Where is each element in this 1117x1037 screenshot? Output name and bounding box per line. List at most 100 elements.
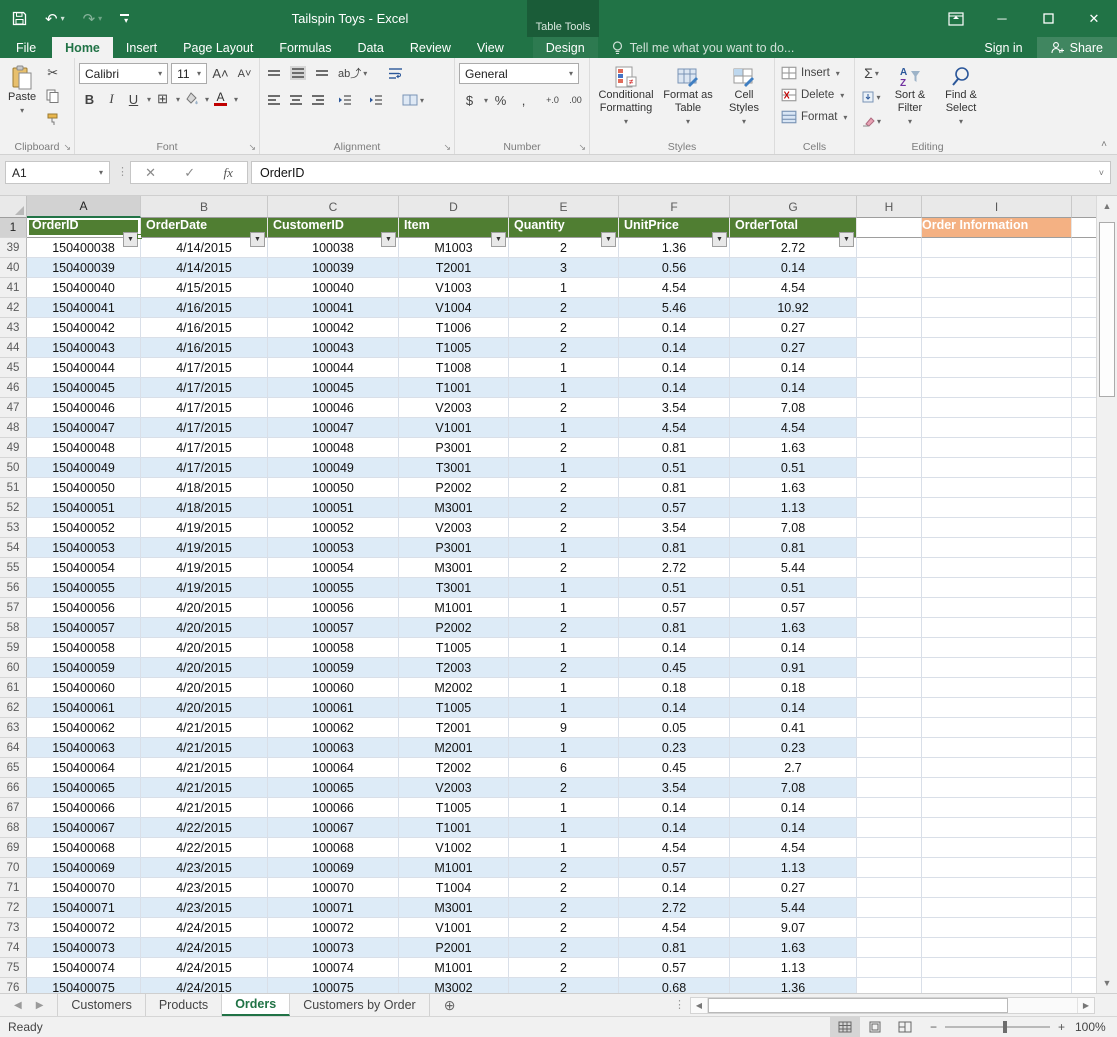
empty-cell[interactable]	[857, 918, 922, 938]
fill-icon[interactable]: ▾	[861, 87, 882, 107]
row-header-74[interactable]: 74	[0, 938, 27, 958]
data-cell[interactable]: 0.14	[730, 798, 857, 818]
empty-cell[interactable]	[1072, 578, 1096, 598]
data-cell[interactable]: T3001	[399, 578, 509, 598]
data-cell[interactable]: 3.54	[619, 398, 730, 418]
empty-cell[interactable]	[1072, 558, 1096, 578]
empty-cell[interactable]	[922, 758, 1072, 778]
data-cell[interactable]: 5.46	[619, 298, 730, 318]
empty-cell[interactable]	[922, 778, 1072, 798]
row-header-42[interactable]: 42	[0, 298, 27, 318]
data-cell[interactable]: T2003	[399, 658, 509, 678]
row-header-44[interactable]: 44	[0, 338, 27, 358]
data-cell[interactable]: 1	[509, 458, 619, 478]
data-cell[interactable]: 4/16/2015	[141, 338, 268, 358]
empty-cell[interactable]	[1072, 878, 1096, 898]
data-cell[interactable]: 100047	[268, 418, 399, 438]
data-cell[interactable]: 0.14	[730, 358, 857, 378]
empty-cell[interactable]	[922, 638, 1072, 658]
data-cell[interactable]: 100039	[268, 258, 399, 278]
empty-cell[interactable]	[1072, 938, 1096, 958]
empty-cell[interactable]	[857, 838, 922, 858]
fill-color-icon[interactable]	[181, 89, 202, 109]
empty-cell[interactable]	[922, 798, 1072, 818]
clear-icon[interactable]: ▾	[861, 111, 882, 131]
data-cell[interactable]: 150400059	[27, 658, 141, 678]
empty-cell[interactable]	[857, 398, 922, 418]
data-cell[interactable]: 150400073	[27, 938, 141, 958]
table-header-cell-orderid[interactable]: OrderID▼	[27, 218, 141, 238]
data-cell[interactable]: 0.56	[619, 258, 730, 278]
data-cell[interactable]: 0.14	[619, 378, 730, 398]
empty-cell[interactable]	[1072, 518, 1096, 538]
data-cell[interactable]: 0.51	[730, 578, 857, 598]
number-dialog-launcher[interactable]: ↘	[578, 143, 586, 152]
share-button[interactable]: Share	[1037, 37, 1117, 58]
empty-cell[interactable]	[1072, 758, 1096, 778]
empty-cell[interactable]	[1072, 458, 1096, 478]
page-layout-view-icon[interactable]	[860, 1017, 890, 1037]
data-cell[interactable]: 1.63	[730, 438, 857, 458]
table-header-cell-customerid[interactable]: CustomerID▼	[268, 218, 399, 238]
data-cell[interactable]: 150400066	[27, 798, 141, 818]
data-cell[interactable]: 4/24/2015	[141, 978, 268, 993]
data-cell[interactable]: M1001	[399, 858, 509, 878]
data-cell[interactable]: 0.14	[730, 258, 857, 278]
data-cell[interactable]: 4.54	[619, 278, 730, 298]
empty-cell[interactable]	[1072, 918, 1096, 938]
undo-button[interactable]: ↶▾	[45, 10, 65, 28]
data-cell[interactable]: 4.54	[730, 278, 857, 298]
row-header-65[interactable]: 65	[0, 758, 27, 778]
data-cell[interactable]: V2003	[399, 398, 509, 418]
empty-cell[interactable]	[922, 398, 1072, 418]
data-cell[interactable]: 150400039	[27, 258, 141, 278]
row-header-59[interactable]: 59	[0, 638, 27, 658]
save-icon[interactable]	[12, 11, 27, 26]
row-header-64[interactable]: 64	[0, 738, 27, 758]
empty-cell[interactable]	[857, 878, 922, 898]
data-cell[interactable]: 2	[509, 558, 619, 578]
data-cell[interactable]: 100074	[268, 958, 399, 978]
data-cell[interactable]: V1001	[399, 918, 509, 938]
data-cell[interactable]: 3.54	[619, 518, 730, 538]
row-header-61[interactable]: 61	[0, 678, 27, 698]
empty-cell[interactable]	[922, 498, 1072, 518]
column-header-A[interactable]: A	[27, 196, 141, 218]
column-header-G[interactable]: G	[730, 196, 857, 218]
empty-cell[interactable]	[1072, 718, 1096, 738]
data-cell[interactable]: 4/21/2015	[141, 798, 268, 818]
sheet-tab-customers[interactable]: Customers	[57, 994, 145, 1016]
data-cell[interactable]: 4/16/2015	[141, 318, 268, 338]
align-right-icon[interactable]	[312, 95, 324, 105]
data-cell[interactable]: M2001	[399, 738, 509, 758]
empty-cell[interactable]	[922, 918, 1072, 938]
table-header-cell-unitprice[interactable]: UnitPrice▼	[619, 218, 730, 238]
data-cell[interactable]: 4/22/2015	[141, 838, 268, 858]
zoom-slider[interactable]	[945, 1026, 1050, 1028]
data-cell[interactable]: 5.44	[730, 558, 857, 578]
empty-cell[interactable]	[922, 338, 1072, 358]
data-cell[interactable]: T1006	[399, 318, 509, 338]
data-cell[interactable]: 0.05	[619, 718, 730, 738]
data-cell[interactable]: 1	[509, 738, 619, 758]
data-cell[interactable]: 100067	[268, 818, 399, 838]
prev-sheet-icon[interactable]: ◀	[14, 1000, 22, 1011]
borders-icon[interactable]: ⊞	[152, 89, 173, 109]
data-cell[interactable]: 100042	[268, 318, 399, 338]
data-cell[interactable]: 4/23/2015	[141, 858, 268, 878]
header-cell-h[interactable]	[857, 218, 922, 238]
row-header-71[interactable]: 71	[0, 878, 27, 898]
table-header-cell-quantity[interactable]: Quantity▼	[509, 218, 619, 238]
empty-cell[interactable]	[1072, 638, 1096, 658]
tell-me-box[interactable]: Tell me what you want to do...	[612, 37, 795, 58]
data-cell[interactable]: 4/20/2015	[141, 678, 268, 698]
data-cell[interactable]: 1	[509, 598, 619, 618]
data-cell[interactable]: 4/19/2015	[141, 558, 268, 578]
data-cell[interactable]: 100049	[268, 458, 399, 478]
data-cell[interactable]: 9.07	[730, 918, 857, 938]
data-cell[interactable]: 2	[509, 478, 619, 498]
data-cell[interactable]: 150400057	[27, 618, 141, 638]
row-header-69[interactable]: 69	[0, 838, 27, 858]
ribbon-tab-page-layout[interactable]: Page Layout	[170, 37, 266, 58]
row-header-1[interactable]: 1	[0, 218, 27, 238]
